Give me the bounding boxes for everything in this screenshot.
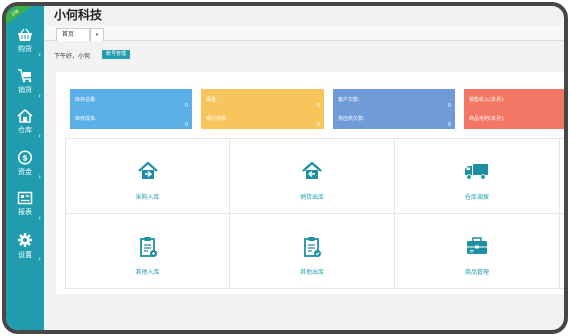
chevron-right-icon: › [38,173,41,181]
stat-value: 0 [447,103,451,109]
shortcut-other-in[interactable]: 其他入库 [65,214,230,289]
stat-value: 0 [316,122,320,128]
stat-value: 0 [184,122,188,128]
shortcut-grid: 采购入库 销货出库 仓库调拨 其他入库 其他出库 商品管理 [65,138,564,289]
stat-card-inventory: 库存总量: 0 库存成本: 0 [70,89,192,129]
chevron-down-icon[interactable]: ▾ [90,28,104,41]
chevron-right-icon: › [38,51,41,59]
sidebar: 正版 购货 › 销货 › 仓库 › $ 资金 › 报表 › 设置 › [6,6,44,330]
sidebar-item-warehouse[interactable]: 仓库 › [6,109,44,145]
chevron-right-icon: › [38,92,41,100]
stat-label: 现金: [206,97,218,103]
chevron-right-icon: › [38,214,41,222]
stat-label: 库存总量: [75,97,97,103]
shortcut-label: 采购入库 [135,194,160,201]
svg-text:$: $ [22,154,28,163]
shortcut-cell-partial [560,214,564,289]
clipboard-out-icon [304,237,321,257]
shortcut-label: 销货出库 [299,194,324,201]
clipboard-in-icon [139,237,157,257]
tab-home[interactable]: 首页 [56,28,90,41]
shortcut-products[interactable]: 商品管理 [395,214,560,289]
stat-label: 银行存款: [206,116,228,122]
shortcut-label: 仓库调拨 [464,194,489,201]
stat-label: 商品毛利(本月): [469,116,505,122]
greeting-text: 下午好，小何 [54,53,91,60]
stat-label: 库存成本: [75,116,97,122]
stat-label: 供应商欠款: [338,116,365,122]
stat-card-cash: 现金: 0 银行存款: 0 [201,89,324,129]
shortcut-cell-partial [560,139,564,214]
stat-label: 销售收入(本月): [469,97,505,103]
report-icon [17,191,33,205]
sidebar-item-funds[interactable]: $ 资金 › [6,150,44,186]
shortcut-label: 其他出库 [299,269,324,276]
stat-label: 客户欠款: [338,97,360,103]
basket-icon [18,28,32,41]
sidebar-item-purchase[interactable]: 购货 › [6,28,44,64]
shortcut-label: 其他入库 [135,269,160,276]
shortcut-other-out[interactable]: 其他出库 [230,214,395,289]
cart-icon [18,69,32,83]
house-arrow-out-icon [302,161,322,179]
shortcut-sales-out[interactable]: 销货出库 [230,139,395,214]
corner-badge: 正版 [6,6,34,28]
sidebar-item-reports[interactable]: 报表 › [6,191,44,227]
app-title: 小何科技 [54,8,103,22]
shortcut-label: 商品管理 [464,269,489,276]
tab-bar: 首页 ▾ [44,26,564,41]
chevron-right-icon: › [38,255,41,263]
warehouse-icon [17,109,33,123]
stat-value: 0 [447,122,451,128]
shortcut-transfer[interactable]: 仓库调拨 [395,139,560,214]
stat-value: 0 [184,103,188,109]
gear-icon [18,233,32,247]
stat-card-revenue: 销售收入(本月): 商品毛利(本月): [464,89,564,129]
truck-icon [465,164,488,180]
money-icon: $ [17,150,33,165]
sidebar-item-settings[interactable]: 设置 › [6,232,44,268]
dashboard-panel: 库存总量: 0 库存成本: 0 现金: 0 银行存款: 0 客户欠款: 0 供应… [56,72,564,294]
house-arrow-in-icon [137,161,158,179]
device-frame: 正版 购货 › 销货 › 仓库 › $ 资金 › 报表 › 设置 › 小何科技 … [2,2,568,334]
chevron-right-icon: › [38,132,41,140]
product-icon [467,237,487,254]
stat-card-debts: 客户欠款: 0 供应商欠款: 0 [333,89,455,129]
account-manage-button[interactable]: 账号管理 [102,50,131,59]
stat-value: 0 [316,103,320,109]
shortcut-purchase-in[interactable]: 采购入库 [65,139,230,214]
sidebar-item-sales[interactable]: 销货 › [6,69,44,105]
